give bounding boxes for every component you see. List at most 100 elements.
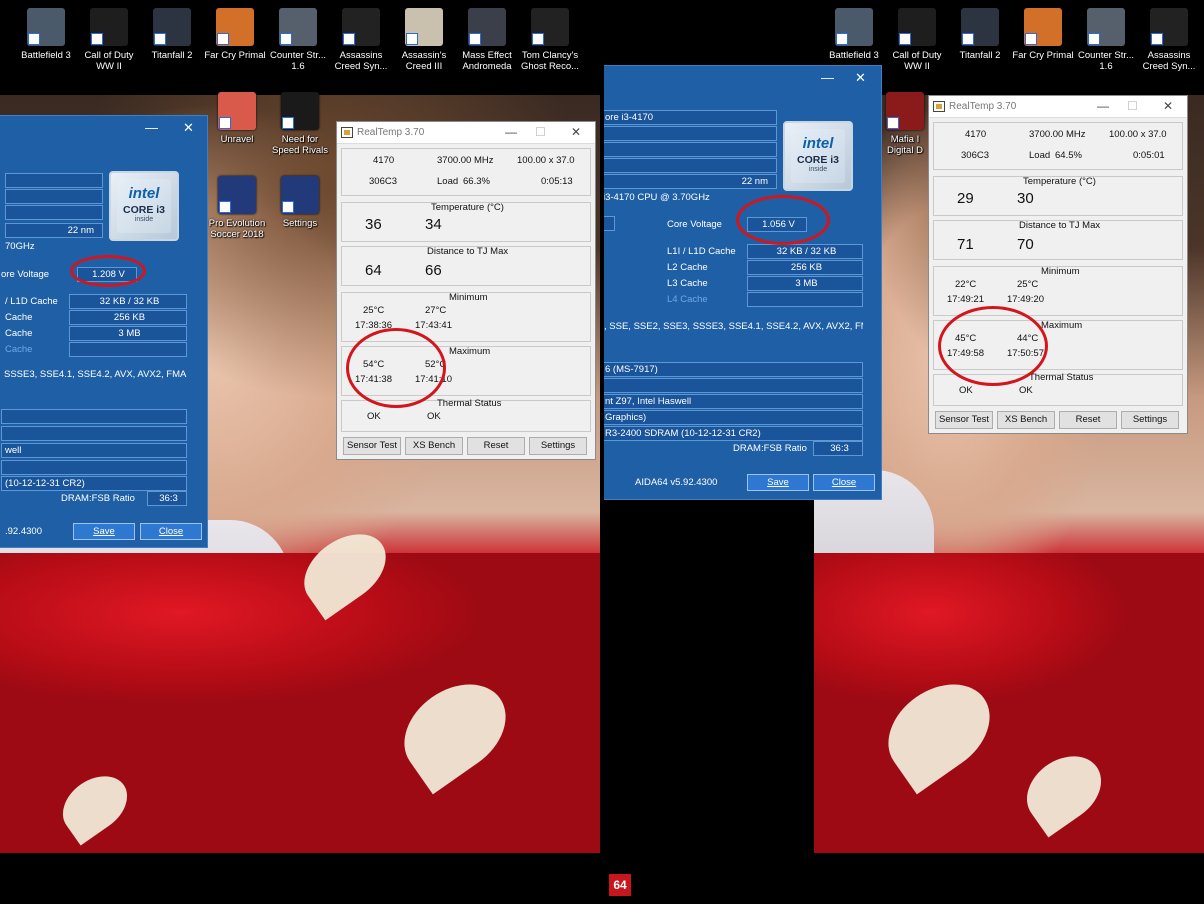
chipset-field: nt Z97, Intel Haswell	[604, 394, 863, 409]
maximum-label: Maximum	[449, 346, 491, 357]
cpu-clock: 70GHz	[5, 241, 35, 252]
cpu-field	[5, 205, 103, 220]
desktop-icon[interactable]: Call of Duty WW II	[885, 8, 949, 72]
desktop-icon[interactable]: Battlefield 3	[14, 8, 78, 61]
cpu-frequency: 3700.00 MHz	[437, 155, 494, 166]
reset-button[interactable]: Reset	[467, 437, 525, 455]
minimize-icon[interactable]: —	[1097, 99, 1109, 113]
desktop-icon-label: Assassins Creed Syn...	[334, 50, 388, 72]
core0-thermal-status: OK	[367, 411, 381, 422]
cache-value	[747, 292, 863, 307]
cache-value: 3 MB	[747, 276, 863, 291]
core0-distance: 64	[365, 262, 382, 279]
realtemp-window: RealTemp 3.70 — ☐ ✕ 4170 3700.00 MHz 100.00 x …	[336, 121, 596, 460]
minimize-icon[interactable]: —	[145, 120, 158, 135]
desktop-icon[interactable]: Counter Str... 1.6	[266, 8, 330, 72]
save-button[interactable]: Save	[747, 474, 809, 491]
desktop-icon[interactable]: Counter Str... 1.6	[1074, 8, 1138, 72]
shortcut-icon	[27, 8, 65, 46]
shortcut-icon	[216, 8, 254, 46]
intel-core-i3-logo: intel CORE i3 inside	[783, 121, 853, 191]
distance-label: Distance to TJ Max	[1019, 220, 1101, 231]
desktop-icon[interactable]: Unravel	[205, 92, 269, 145]
realtemp-titlebar[interactable]: RealTemp 3.70 — ☐ ✕	[929, 96, 1187, 118]
minimize-icon[interactable]: —	[821, 70, 834, 85]
desktop-icon-label: Counter Str... 1.6	[1078, 50, 1134, 72]
desktop-icon[interactable]: Battlefield 3	[822, 8, 886, 61]
core0-min-temp: 22°C	[955, 279, 977, 290]
close-icon[interactable]: ✕	[855, 70, 866, 86]
desktop-icon[interactable]: Far Cry Primal	[1011, 8, 1075, 61]
close-button[interactable]: Close	[140, 523, 202, 540]
desktop-icon-label: Far Cry Primal	[204, 50, 266, 61]
save-button[interactable]: Save	[73, 523, 135, 540]
intel-brand: intel	[802, 135, 834, 152]
core-voltage-label: ore Voltage	[1, 269, 50, 280]
cache-value: 3 MB	[69, 326, 187, 341]
sensor-test-button[interactable]: Sensor Test	[935, 411, 993, 429]
cpu-field	[604, 142, 777, 157]
info-field	[1, 460, 187, 475]
realtemp-window: RealTemp 3.70 — ☐ ✕ 4170 3700.00 MHz 100.00 x …	[928, 95, 1188, 434]
desktop-icon[interactable]: Titanfall 2	[140, 8, 204, 61]
desktop-icon[interactable]: Assassin's Creed III	[392, 8, 456, 72]
xs-bench-button[interactable]: XS Bench	[405, 437, 463, 455]
desktop-icon[interactable]: Far Cry Primal	[203, 8, 267, 61]
cache-value: 32 KB / 32 KB	[69, 294, 187, 309]
desktop-icon[interactable]: Assassins Creed Syn...	[1137, 8, 1201, 72]
settings-button[interactable]: Settings	[1121, 411, 1179, 429]
close-icon[interactable]: ✕	[1163, 99, 1173, 113]
graphics-field: Graphics)	[604, 410, 863, 425]
core1-min-temp: 27°C	[425, 305, 447, 316]
ratio-label: DRAM:FSB Ratio	[61, 493, 135, 504]
shortcut-icon	[1024, 8, 1062, 46]
desktop-icon-label: Assassins Creed Syn...	[1142, 50, 1196, 72]
desktop-icon[interactable]: Call of Duty WW II	[77, 8, 141, 72]
settings-button[interactable]: Settings	[529, 437, 587, 455]
maximize-icon[interactable]: ☐	[535, 125, 546, 139]
shortcut-icon	[153, 8, 191, 46]
desktop-icon[interactable]: Pro Evolution Soccer 2018	[205, 176, 269, 240]
core1-temperature: 30	[1017, 190, 1034, 207]
desktop-icon[interactable]: Need for Speed Rivals	[268, 92, 332, 156]
multiplier: 100.00 x 37.0	[1109, 129, 1167, 140]
annotation-circle-voltage	[70, 255, 146, 287]
desktop-icon[interactable]: Tom Clancy's Ghost Reco...	[518, 8, 582, 72]
desktop-icon[interactable]: Assassins Creed Syn...	[329, 8, 393, 72]
temperature-label: Temperature (°C)	[1023, 176, 1096, 187]
core0-distance: 71	[957, 236, 974, 253]
core1-temperature: 34	[425, 216, 442, 233]
desktop-icon-label: Counter Str... 1.6	[270, 50, 326, 72]
sensor-test-button[interactable]: Sensor Test	[343, 437, 401, 455]
desktop-icon-label: Call of Duty WW II	[84, 50, 134, 72]
desktop-icon[interactable]: Mafia I Digital D	[880, 92, 930, 156]
temperature-label: Temperature (°C)	[431, 202, 504, 213]
desktop-icon[interactable]: Mass Effect Andromeda	[455, 8, 519, 72]
shortcut-icon	[1087, 8, 1125, 46]
desktop-icon-label: Battlefield 3	[829, 50, 879, 61]
cache-label: / L1D Cache	[5, 296, 58, 307]
desktop-icon-label: Pro Evolution Soccer 2018	[208, 218, 266, 240]
maximum-label: Maximum	[1041, 320, 1083, 331]
minimize-icon[interactable]: —	[505, 125, 517, 139]
maximize-icon[interactable]: ☐	[1127, 99, 1138, 113]
aida64-titlebar[interactable]: — ✕	[0, 116, 207, 140]
info-field	[1, 409, 187, 424]
aida64-titlebar[interactable]: — ✕	[604, 66, 881, 90]
desktop-icon-label: Unravel	[220, 134, 254, 145]
core0-min-temp: 25°C	[363, 305, 385, 316]
xs-bench-button[interactable]: XS Bench	[997, 411, 1055, 429]
desktop-icon-label: Mafia I Digital D	[887, 134, 923, 156]
close-icon[interactable]: ✕	[571, 125, 581, 139]
close-button[interactable]: Close	[813, 474, 875, 491]
shortcut-icon	[898, 8, 936, 46]
cpu-id: 4170	[373, 155, 395, 166]
cache-value: 256 KB	[69, 310, 187, 325]
reset-button[interactable]: Reset	[1059, 411, 1117, 429]
desktop-icon[interactable]: Settings	[268, 176, 332, 229]
shortcut-icon	[1150, 8, 1188, 46]
realtemp-titlebar[interactable]: RealTemp 3.70 — ☐ ✕	[337, 122, 595, 144]
desktop-icon[interactable]: Titanfall 2	[948, 8, 1012, 61]
cpu-stepping: 306C3	[961, 150, 989, 161]
close-icon[interactable]: ✕	[183, 120, 194, 136]
